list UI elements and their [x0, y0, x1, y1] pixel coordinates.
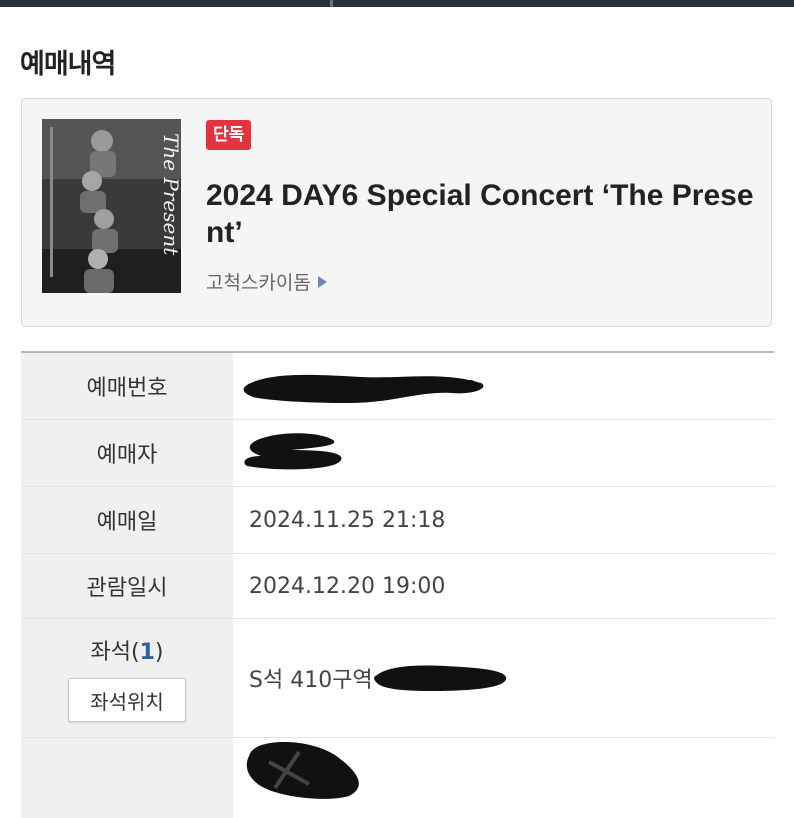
- redaction-mark: [246, 742, 359, 799]
- seat-value: S석 410구역: [233, 619, 774, 737]
- exclusive-badge: 단독: [206, 120, 252, 150]
- seat-count: 1: [139, 640, 155, 665]
- booking-number-value: [233, 353, 774, 419]
- redaction-mark: [244, 433, 342, 470]
- booker-value: [233, 420, 774, 486]
- event-title[interactable]: 2024 DAY6 Special Concert ‘The Present’: [206, 177, 766, 251]
- poster-image: The Present: [42, 119, 181, 293]
- show-datetime-value: 2024.12.20 19:00: [249, 573, 446, 599]
- page-title: 예매내역: [20, 49, 116, 80]
- booking-info-table: 예매번호 예매자 예매일 2024.11.25 21:18 관람일시 2024.…: [21, 351, 774, 818]
- seat-location-button[interactable]: 좌석위치: [68, 678, 186, 722]
- booking-date-value: 2024.11.25 21:18: [249, 507, 446, 533]
- table-row: 예매일 2024.11.25 21:18: [21, 487, 774, 554]
- show-datetime-label: 관람일시: [21, 554, 233, 618]
- seat-label-cell: 좌석(1) 좌석위치: [21, 619, 233, 737]
- top-bar: [0, 0, 794, 7]
- triangle-right-icon: [317, 276, 327, 288]
- venue-name: 고척스카이돔: [206, 272, 311, 294]
- booking-date-label: 예매일: [21, 487, 233, 553]
- table-row: 관람일시 2024.12.20 19:00: [21, 554, 774, 619]
- table-row: 예매번호: [21, 353, 774, 420]
- venue-link[interactable]: 고척스카이돔: [206, 270, 327, 296]
- table-row: [21, 738, 774, 818]
- poster-title-text: The Present: [159, 133, 181, 256]
- seat-label: 좌석(1): [90, 640, 164, 665]
- event-poster[interactable]: The Present: [42, 119, 181, 293]
- booking-number-label: 예매번호: [21, 353, 233, 419]
- table-row: 좌석(1) 좌석위치 S석 410구역: [21, 619, 774, 738]
- redaction-mark: [374, 665, 507, 691]
- table-row: 예매자: [21, 420, 774, 487]
- extra-value: [233, 738, 774, 818]
- seat-text: S석 410구역: [249, 668, 373, 693]
- event-card: The Present 단독 2024 DAY6 Special Concert…: [21, 98, 772, 327]
- booker-label: 예매자: [21, 420, 233, 486]
- redaction-mark: [243, 374, 484, 403]
- extra-label: [21, 738, 233, 818]
